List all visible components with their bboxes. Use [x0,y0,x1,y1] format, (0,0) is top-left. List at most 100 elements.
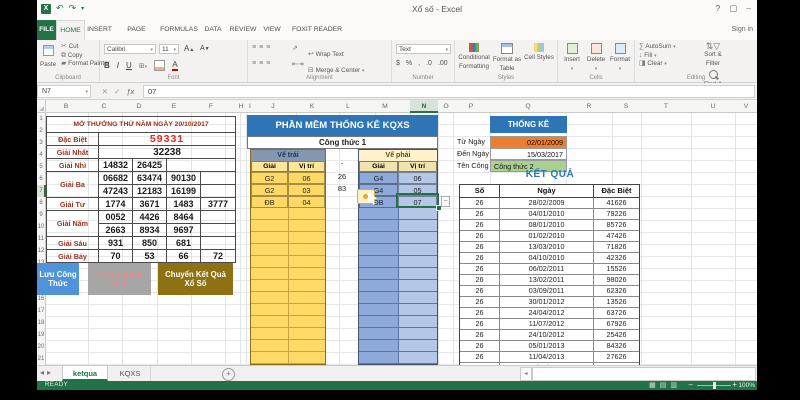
row-header[interactable]: 20 [37,341,45,353]
ngay-cell[interactable]: 04/10/2010 [500,253,594,264]
dacbiet-cell[interactable]: 98026 [594,275,639,286]
left-side-header[interactable]: Vế trái [251,150,325,161]
giai-cell[interactable]: G4 [359,172,398,184]
so-cell[interactable]: 26 [460,341,500,352]
view-shortcut-icons[interactable]: ▦▤▥ [649,381,681,390]
column-headers[interactable] [46,100,757,113]
dacbiet-cell[interactable]: 25426 [594,330,639,341]
so-cell[interactable]: 26 [460,308,500,319]
fx-icon[interactable]: ƒx [126,87,134,96]
autosum-button[interactable]: ∑ AutoSum ▾ [639,43,676,52]
delete-cells-button[interactable]: Delete▾ [584,43,608,73]
name-box[interactable]: N7▾ [37,85,91,98]
column-header-k[interactable]: K [310,100,315,113]
so-cell[interactable]: 26 [460,220,500,231]
mid-value-2[interactable]: 83 [326,183,358,195]
font-color-icon[interactable]: A [172,61,177,71]
dacbiet-cell[interactable]: 63726 [594,308,639,319]
ngay-cell[interactable]: 13/02/2011 [500,275,594,286]
tab-file[interactable]: FILE [37,20,56,40]
prize-cell[interactable]: 0052 [99,211,133,224]
ngay-cell[interactable]: 24/04/2012 [500,308,594,319]
dacbiet-cell[interactable]: 79226 [594,209,639,220]
comma-format-button[interactable]: , [418,60,420,69]
ngay-cell[interactable]: 06/02/2011 [500,264,594,275]
giai-cell[interactable]: ĐB [251,196,288,208]
ngay-cell[interactable]: 28/02/2009 [500,198,594,209]
row-header[interactable]: 6 [37,173,45,185]
ngay-cell[interactable]: 30/01/2012 [500,297,594,308]
left-empty-rows[interactable] [251,208,325,364]
decrease-decimal-button[interactable]: .00 [438,60,448,69]
row-header[interactable]: 21 [37,353,45,365]
font-size-select[interactable]: 11 ▾ [159,44,179,54]
column-header-j[interactable]: J [271,100,274,113]
shrink-font-button[interactable]: A▼ [200,45,210,52]
format-cells-button[interactable]: Format▾ [608,43,632,73]
col-dacbiet[interactable]: Đặc Biệt [594,185,639,198]
cell-styles-button[interactable]: Cell Styles [523,43,555,63]
tab-page-layout[interactable]: PAGE LAYOUT [114,20,159,40]
borders-icon[interactable]: ⊞▾ [139,62,147,70]
sheet-tab-ketqua[interactable]: ketqua [62,366,108,381]
vertical-align-buttons[interactable]: ≡≡≡ [252,44,273,51]
column-header-h[interactable]: H [239,100,244,113]
left-col-vitri[interactable]: Vị trí [288,161,325,172]
bold-button[interactable]: B [104,61,110,70]
prize-cell[interactable]: 72 [201,250,236,263]
mid-dash[interactable]: - [326,158,358,170]
column-header-v[interactable]: V [744,100,749,113]
prize-label[interactable]: Giải Nhì [47,159,99,172]
empty-cell[interactable] [201,172,236,185]
column-header-s[interactable]: S [624,100,629,113]
column-header-c[interactable]: C [102,100,107,113]
empty-cell[interactable] [201,185,236,198]
sheet-nav-arrows[interactable]: ◂▸ [40,368,54,377]
prize-label[interactable]: Đặc Biệt [47,133,99,146]
currency-format-button[interactable]: $ [396,60,400,69]
prize-cell[interactable]: 3777 [201,198,236,211]
so-cell[interactable]: 26 [460,253,500,264]
prize-label[interactable]: Giải Sáu [47,237,99,250]
prize-cell[interactable]: 12183 [133,185,167,198]
prize-cell[interactable]: 26425 [133,159,167,172]
horizontal-align-buttons[interactable]: ≡≡≡ [252,60,273,67]
cell-dropdown-stub[interactable]: ‒ [441,196,450,207]
prize-cell[interactable]: 1774 [99,198,133,211]
prize-cell[interactable]: 32238 [99,146,236,159]
help-icon[interactable]: ? [716,3,721,14]
conditional-formatting-button[interactable]: Conditional Formatting [457,43,491,71]
ngay-cell[interactable]: 01/02/2010 [500,231,594,242]
grow-font-button[interactable]: A▲ [184,44,194,53]
row-header[interactable]: 12 [37,245,45,257]
row-header[interactable]: 11 [37,233,45,245]
prize-cell[interactable]: 70 [99,250,133,263]
prize-cell[interactable]: 931 [99,237,133,250]
column-header-p[interactable]: P [469,100,474,113]
ngay-cell[interactable]: 13/03/2010 [500,242,594,253]
so-cell[interactable]: 26 [460,209,500,220]
prize-cell[interactable]: 9697 [167,224,201,237]
column-header-f[interactable]: F [209,100,213,113]
prize-cell[interactable]: 681 [167,237,201,250]
prize-cell[interactable]: 63474 [133,172,167,185]
empty-cell[interactable] [201,211,236,224]
right-empty-rows[interactable] [359,208,437,364]
tab-insert[interactable]: INSERT [85,20,114,40]
dacbiet-cell[interactable]: 62326 [594,286,639,297]
sign-in-link[interactable]: Sign in [732,20,753,40]
row-header[interactable]: 8 [37,197,45,209]
fill-color-icon[interactable] [154,60,165,71]
ribbon-display-icon[interactable]: ▢ [729,3,737,14]
prize-cell[interactable]: 59331 [99,133,236,146]
vitri-cell[interactable]: 06 [398,172,437,184]
ngay-cell[interactable]: 24/10/2012 [500,330,594,341]
tab-foxit-reader-pdf[interactable]: FOXIT READER PDF [285,20,349,40]
to-date-value[interactable]: 15/03/2017 [490,148,567,160]
italic-button[interactable]: I [117,61,119,70]
column-header-q[interactable]: Q [525,100,530,113]
zoom-out-icon[interactable]: ‒ [689,381,693,390]
ngay-cell[interactable]: 04/01/2010 [500,209,594,220]
column-header-o[interactable]: O [443,100,448,113]
vitri-cell[interactable]: 06 [288,172,325,184]
